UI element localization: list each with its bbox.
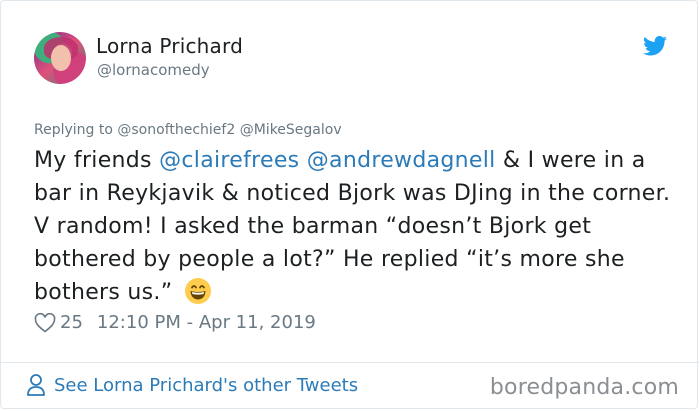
timestamp[interactable]: 12:10 PM - Apr 11, 2019: [97, 312, 316, 333]
mention-link[interactable]: @clairefrees: [159, 148, 299, 173]
heart-icon[interactable]: [34, 312, 56, 333]
divider: [1, 362, 699, 363]
avatar-face: [51, 45, 71, 71]
tweet-meta: 25 12:10 PM - Apr 11, 2019: [34, 312, 316, 333]
reply-target[interactable]: @MikeSegalov: [240, 122, 342, 138]
see-other-tweets-label[interactable]: See Lorna Prichard's other Tweets: [54, 375, 358, 396]
grinning-face-emoji: [184, 278, 211, 304]
replying-prefix: Replying to: [34, 122, 113, 138]
author-handle[interactable]: @lornacomedy: [97, 61, 210, 79]
like-count: 25: [60, 312, 83, 333]
author-name[interactable]: Lorna Prichard: [96, 34, 243, 58]
tweet-lead: My friends: [34, 148, 160, 173]
replying-to: Replying to @sonofthechief2 @MikeSegalov: [34, 122, 342, 138]
watermark: boredpanda.com: [489, 375, 679, 400]
tweet-card: Lorna Prichard @lornacomedy Replying to …: [0, 0, 699, 409]
reply-target[interactable]: @sonofthechief2: [117, 122, 235, 138]
mention-link[interactable]: @andrewdagnell: [307, 148, 496, 173]
tweet-space: [299, 148, 306, 173]
person-icon: [27, 374, 45, 396]
twitter-bird-icon[interactable]: [643, 36, 667, 56]
tweet-text: My friends @clairefrees @andrewdagnell &…: [34, 144, 674, 309]
avatar[interactable]: [34, 32, 86, 84]
see-other-tweets-link[interactable]: See Lorna Prichard's other Tweets: [26, 373, 358, 397]
